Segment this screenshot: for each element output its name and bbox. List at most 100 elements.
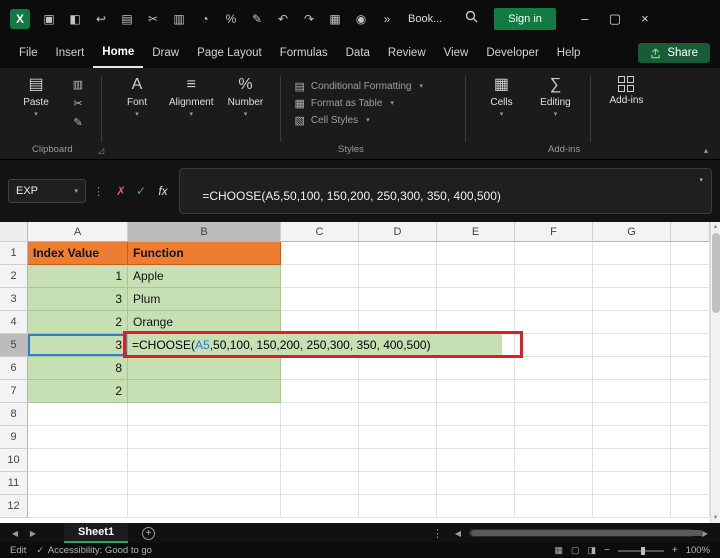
redo-icon[interactable]: ↷ xyxy=(296,0,322,38)
row-header-8[interactable]: 8 xyxy=(0,403,28,426)
cell-D9[interactable] xyxy=(359,426,437,449)
cell-A3[interactable]: 3 xyxy=(28,288,128,311)
row-header-3[interactable]: 3 xyxy=(0,288,28,311)
prev-sheet-icon[interactable]: ◀ xyxy=(6,529,24,538)
menu-tab-insert[interactable]: Insert xyxy=(47,38,94,68)
cell-F5[interactable] xyxy=(515,334,593,357)
vertical-scrollbar[interactable]: ▲ ▼ xyxy=(710,222,720,523)
zoom-out-button[interactable]: − xyxy=(604,545,610,556)
row-header-9[interactable]: 9 xyxy=(0,426,28,449)
cell-H8[interactable] xyxy=(671,403,710,426)
cell-C6[interactable] xyxy=(281,357,359,380)
cell-C7[interactable] xyxy=(281,380,359,403)
cell-G1[interactable] xyxy=(593,242,671,265)
editing-button[interactable]: ∑ Editing ▾ xyxy=(533,76,577,118)
format-as-table-button[interactable]: ▦ Format as Table ▾ xyxy=(294,97,452,110)
cell-E2[interactable] xyxy=(437,265,515,288)
cell-E10[interactable] xyxy=(437,449,515,472)
select-all-corner[interactable] xyxy=(0,222,28,242)
cell-H1[interactable] xyxy=(671,242,710,265)
cell-D1[interactable] xyxy=(359,242,437,265)
cell-D3[interactable] xyxy=(359,288,437,311)
cell-D12[interactable] xyxy=(359,495,437,518)
horizontal-scrollbar[interactable]: ◀ ▶ xyxy=(449,529,714,538)
cell-E1[interactable] xyxy=(437,242,515,265)
sign-in-button[interactable]: Sign in xyxy=(494,8,556,30)
menu-tab-view[interactable]: View xyxy=(435,38,478,68)
row-header-6[interactable]: 6 xyxy=(0,357,28,380)
vertical-scroll-thumb[interactable] xyxy=(712,233,720,313)
copy-icon[interactable]: ▥ xyxy=(73,78,83,91)
menu-tab-developer[interactable]: Developer xyxy=(477,38,547,68)
menu-tab-help[interactable]: Help xyxy=(548,38,590,68)
cell-F3[interactable] xyxy=(515,288,593,311)
cell-G4[interactable] xyxy=(593,311,671,334)
cell-A7[interactable]: 2 xyxy=(28,380,128,403)
cell-H6[interactable] xyxy=(671,357,710,380)
cell-C4[interactable] xyxy=(281,311,359,334)
column-header-B[interactable]: B xyxy=(128,222,281,242)
scroll-left-icon[interactable]: ◀ xyxy=(449,529,467,538)
cut-icon[interactable]: ✂ xyxy=(140,0,166,38)
cell-B5[interactable]: =CHOOSE(A5,50,100, 150,200, 250,300, 350… xyxy=(123,331,523,358)
column-header-A[interactable]: A xyxy=(28,222,128,242)
column-header-G[interactable]: G xyxy=(593,222,671,242)
cell-E8[interactable] xyxy=(437,403,515,426)
collapse-ribbon-icon[interactable]: ▴ xyxy=(704,146,708,155)
menu-tab-home[interactable]: Home xyxy=(93,38,144,68)
menu-tab-data[interactable]: Data xyxy=(337,38,379,68)
search-icon[interactable] xyxy=(458,10,484,28)
cancel-entry-icon[interactable]: ✗ xyxy=(111,184,131,198)
zoom-level[interactable]: 100% xyxy=(686,545,710,556)
table-icon[interactable]: ▦ xyxy=(322,0,348,38)
cell-H3[interactable] xyxy=(671,288,710,311)
horizontal-scroll-thumb[interactable] xyxy=(471,530,703,536)
cell-B6[interactable] xyxy=(128,357,281,380)
back-icon[interactable]: ↩ xyxy=(88,0,114,38)
cell-F10[interactable] xyxy=(515,449,593,472)
cell-E7[interactable] xyxy=(437,380,515,403)
format-painter-icon[interactable]: ✎ xyxy=(73,116,82,129)
cell-D4[interactable] xyxy=(359,311,437,334)
cell-C1[interactable] xyxy=(281,242,359,265)
cell-B1[interactable]: Function xyxy=(128,242,281,265)
cell-H11[interactable] xyxy=(671,472,710,495)
next-sheet-icon[interactable]: ▶ xyxy=(24,529,42,538)
cell-D6[interactable] xyxy=(359,357,437,380)
sheet-scroll-splitter[interactable]: ⋮ xyxy=(426,527,449,540)
cell-H5[interactable] xyxy=(671,334,710,357)
cell-F7[interactable] xyxy=(515,380,593,403)
cell-B7[interactable] xyxy=(128,380,281,403)
cell-G10[interactable] xyxy=(593,449,671,472)
zoom-slider-thumb[interactable] xyxy=(640,546,645,555)
column-header-C[interactable]: C xyxy=(281,222,359,242)
row-header-2[interactable]: 2 xyxy=(0,265,28,288)
percent-icon[interactable]: % xyxy=(218,0,244,38)
accessibility-status[interactable]: ✓ Accessibility: Good to go xyxy=(36,545,152,556)
paste-special-icon[interactable]: ▥ xyxy=(166,0,192,38)
cell-F6[interactable] xyxy=(515,357,593,380)
sheet-tab-sheet1[interactable]: Sheet1 xyxy=(64,523,129,543)
cell-G11[interactable] xyxy=(593,472,671,495)
number-button[interactable]: % Number ▾ xyxy=(223,76,267,118)
cell-E6[interactable] xyxy=(437,357,515,380)
close-button[interactable]: × xyxy=(630,0,660,38)
normal-view-icon[interactable]: ▦ xyxy=(554,545,563,556)
cut-icon[interactable]: ✂ xyxy=(73,97,82,110)
row-header-10[interactable]: 10 xyxy=(0,449,28,472)
scroll-up-icon[interactable]: ▲ xyxy=(711,222,720,232)
cell-G8[interactable] xyxy=(593,403,671,426)
column-header-E[interactable]: E xyxy=(437,222,515,242)
menu-tab-review[interactable]: Review xyxy=(379,38,435,68)
menu-tab-formulas[interactable]: Formulas xyxy=(271,38,337,68)
cell-B10[interactable] xyxy=(128,449,281,472)
cell-edit-formula[interactable]: =CHOOSE(A5,50,100, 150,200, 250,300, 350… xyxy=(128,334,502,357)
cell-C8[interactable] xyxy=(281,403,359,426)
cell-C9[interactable] xyxy=(281,426,359,449)
cell-B2[interactable]: Apple xyxy=(128,265,281,288)
cell-H7[interactable] xyxy=(671,380,710,403)
excel-logo[interactable]: X xyxy=(10,9,30,29)
zoom-in-button[interactable]: + xyxy=(672,545,678,556)
cell-E3[interactable] xyxy=(437,288,515,311)
menu-tab-draw[interactable]: Draw xyxy=(143,38,188,68)
